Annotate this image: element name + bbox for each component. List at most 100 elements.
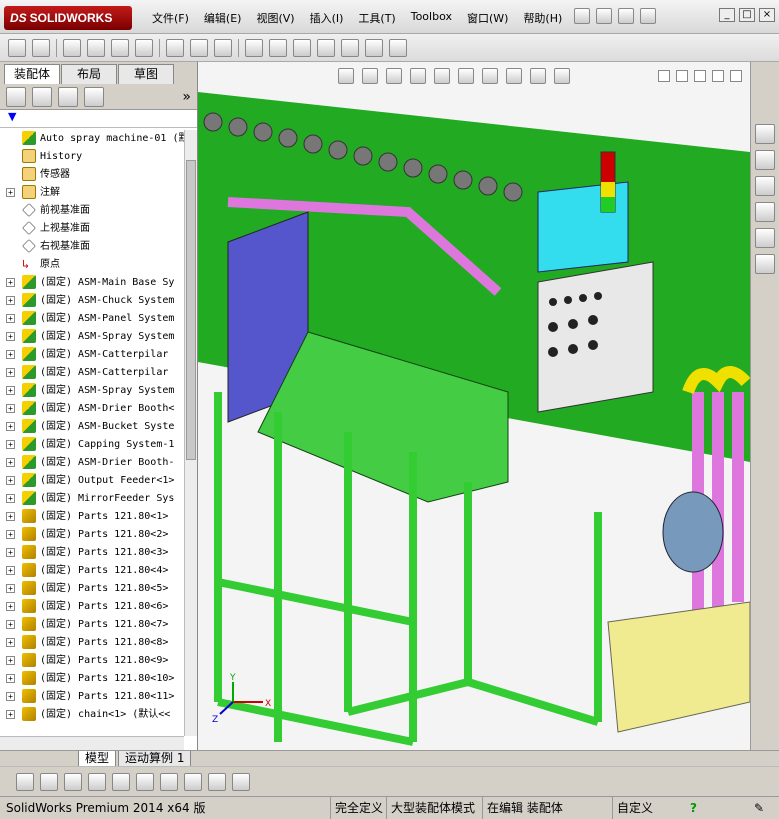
tree-item[interactable]: + (固定) ASM-Drier Booth< [0, 400, 184, 418]
new-motion-study-icon[interactable] [245, 38, 263, 57]
appearances-icon[interactable] [755, 228, 775, 248]
mate-icon[interactable] [63, 38, 81, 57]
tab-motion-study[interactable]: 运动算例 1 [118, 751, 192, 767]
configuration-manager-icon[interactable] [58, 86, 78, 107]
edit-appearance-icon[interactable] [506, 68, 522, 84]
menu-toolbox[interactable]: Toolbox [411, 10, 452, 26]
display-manager-icon[interactable] [84, 86, 104, 107]
home-icon[interactable] [755, 124, 775, 144]
table-icon[interactable] [208, 772, 226, 791]
expand-icon[interactable]: + [6, 368, 15, 377]
expand-icon[interactable]: + [6, 512, 15, 521]
property-manager-icon[interactable] [32, 86, 52, 107]
tree-item[interactable]: + (固定) ASM-Bucket Syste [0, 418, 184, 436]
viewport-minimize-icon[interactable] [694, 70, 706, 82]
tree-item[interactable]: + (固定) ASM-Catterpilar [0, 346, 184, 364]
tree-item[interactable]: History [0, 148, 184, 166]
restore-button[interactable]: □ [739, 8, 755, 22]
expand-icon[interactable]: + [6, 476, 15, 485]
tab-model[interactable]: 模型 [78, 751, 117, 767]
zoom-to-area-icon[interactable] [362, 68, 378, 84]
expand-icon[interactable]: + [6, 548, 15, 557]
linear-pattern-icon[interactable] [87, 38, 105, 57]
tree-item[interactable]: 右视基准面 [0, 238, 184, 256]
zoom-to-fit-icon[interactable] [338, 68, 354, 84]
viewport-split-icon[interactable] [658, 70, 670, 82]
instant3d-icon[interactable] [389, 38, 407, 57]
motion-icon-1[interactable] [16, 772, 34, 791]
tree-filter[interactable]: ▼ [0, 110, 197, 128]
tree-vertical-scrollbar[interactable] [184, 130, 197, 736]
display-style-icon[interactable] [458, 68, 474, 84]
show-hidden-icon[interactable] [166, 38, 184, 57]
filter-icon[interactable]: ▼ [8, 110, 16, 123]
expand-icon[interactable]: + [6, 296, 15, 305]
insert-component-icon[interactable] [8, 38, 26, 57]
expand-icon[interactable]: + [6, 620, 15, 629]
menu-view[interactable]: 视图(V) [256, 10, 294, 26]
chevron-right-icon[interactable]: » [182, 89, 191, 105]
tree-item[interactable]: + (固定) ASM-Drier Booth- [0, 454, 184, 472]
tree-item[interactable]: + (固定) Parts 121.80<7> [0, 616, 184, 634]
tree-item[interactable]: ↳ 原点 [0, 256, 184, 274]
new-part-icon[interactable] [32, 38, 50, 57]
grid-icon[interactable] [112, 772, 130, 791]
minimize-button[interactable]: _ [719, 8, 735, 22]
filter-animation-icon[interactable] [136, 772, 154, 791]
chart-icon[interactable] [160, 772, 178, 791]
tree-item[interactable]: + (固定) Output Feeder<1> [0, 472, 184, 490]
tree-item[interactable]: + (固定) Parts 121.80<10> [0, 670, 184, 688]
tree-item[interactable]: + (固定) Parts 121.80<2> [0, 526, 184, 544]
expand-icon[interactable]: + [6, 440, 15, 449]
menu-file[interactable]: 文件(F) [152, 10, 189, 26]
viewport-split2-icon[interactable] [676, 70, 688, 82]
tree-item[interactable]: Auto spray machine-01 (默 [0, 130, 184, 148]
tree-item[interactable]: + (固定) ASM-Panel System [0, 310, 184, 328]
tree-item[interactable]: + (固定) Parts 121.80<8> [0, 634, 184, 652]
assembly-features-icon[interactable] [190, 38, 208, 57]
motion-icon-3[interactable] [64, 772, 82, 791]
tree-item[interactable]: + (固定) MirrorFeeder Sys [0, 490, 184, 508]
tab-sketch[interactable]: 草图 [118, 64, 174, 84]
3d-box-icon[interactable] [184, 772, 202, 791]
expand-icon[interactable]: + [6, 494, 15, 503]
status-help-icon[interactable]: ? [690, 797, 697, 819]
expand-icon[interactable]: + [6, 422, 15, 431]
expand-icon[interactable]: + [6, 350, 15, 359]
clearance-verification-icon[interactable] [365, 38, 383, 57]
list-icon[interactable] [88, 772, 106, 791]
tree-item[interactable]: + (固定) Parts 121.80<3> [0, 544, 184, 562]
apply-scene-icon[interactable] [530, 68, 546, 84]
view-palette-icon[interactable] [755, 202, 775, 222]
menu-window[interactable]: 窗口(W) [467, 10, 508, 26]
tree-item[interactable]: + (固定) ASM-Chuck System [0, 292, 184, 310]
view-orientation-icon[interactable] [434, 68, 450, 84]
status-units[interactable]: 自定义 [612, 797, 653, 819]
smart-fasteners-icon[interactable] [111, 38, 129, 57]
tree-item[interactable]: + (固定) Parts 121.80<1> [0, 508, 184, 526]
expand-icon[interactable]: + [6, 404, 15, 413]
tree-item[interactable]: + (固定) chain<1> (默认<< [0, 706, 184, 724]
expand-icon[interactable]: + [6, 314, 15, 323]
new-document-icon[interactable] [596, 8, 612, 24]
tree-item[interactable]: + (固定) Parts 121.80<4> [0, 562, 184, 580]
tree-item[interactable]: + (固定) ASM-Main Base Sy [0, 274, 184, 292]
bill-of-materials-icon[interactable] [269, 38, 287, 57]
expand-icon[interactable]: + [6, 656, 15, 665]
explode-line-sketch-icon[interactable] [317, 38, 335, 57]
expand-icon[interactable]: + [6, 566, 15, 575]
tree-item[interactable]: + (固定) Parts 121.80<11> [0, 688, 184, 706]
expand-icon[interactable]: + [6, 278, 15, 287]
pin-icon[interactable] [574, 8, 590, 24]
tab-assembly[interactable]: 装配体 [4, 64, 60, 84]
expand-icon[interactable]: + [6, 188, 15, 197]
tree-horizontal-scrollbar[interactable] [0, 736, 184, 750]
tree-item[interactable]: + (固定) ASM-Catterpilar [0, 364, 184, 382]
expand-icon[interactable]: + [6, 458, 15, 467]
tree-item[interactable]: + (固定) Capping System-1 [0, 436, 184, 454]
section-view-icon[interactable] [410, 68, 426, 84]
rebuild-traffic-light-icon[interactable] [618, 8, 634, 24]
tab-layout[interactable]: 布局 [61, 64, 117, 84]
save-icon[interactable] [232, 772, 250, 791]
move-component-icon[interactable] [135, 38, 153, 57]
